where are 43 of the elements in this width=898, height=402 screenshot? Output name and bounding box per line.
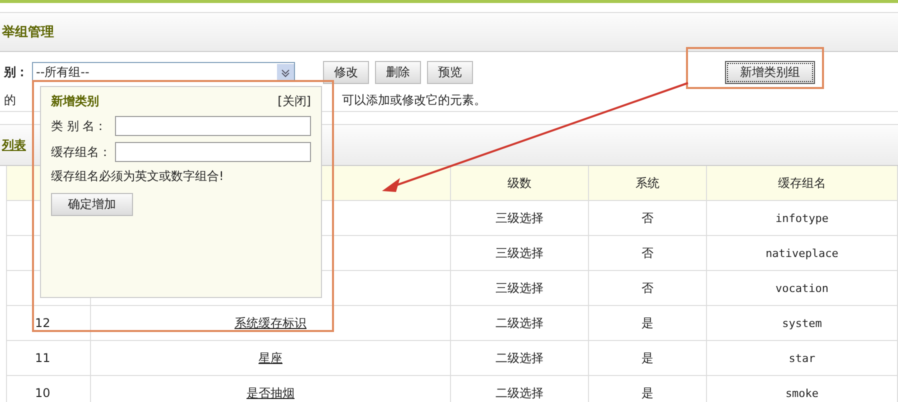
- close-link[interactable]: [关闭]: [278, 93, 311, 110]
- toolbar-button[interactable]: 修改: [323, 60, 369, 84]
- description-text: 可以添加或修改它的元素。: [342, 92, 486, 108]
- table-cell: 12: [7, 306, 91, 340]
- table-cell: 三级选择: [451, 236, 589, 270]
- table-cell: 二级选择: [451, 376, 589, 402]
- table-cell: nativeplace: [707, 236, 898, 270]
- header-cell: 级数: [451, 166, 589, 200]
- table-cell: infotype: [707, 201, 898, 235]
- table-cell: 否: [589, 236, 707, 270]
- toolbar-button[interactable]: 删除: [375, 60, 421, 84]
- submit-button[interactable]: 确定增加: [51, 193, 133, 216]
- table-cell: star: [707, 341, 898, 375]
- table-cell: 是: [589, 341, 707, 375]
- filter-label: 别：: [4, 64, 29, 80]
- field-label: 类 别 名：: [51, 118, 108, 134]
- name-link[interactable]: 是否抽烟: [246, 384, 294, 402]
- table-cell: 二级选择: [451, 341, 589, 375]
- popup-title: 新增类别: [51, 93, 99, 110]
- hint-text: 缓存组名必须为英文或数字组合!: [51, 168, 225, 185]
- table-cell: 10: [7, 376, 91, 402]
- table-cell: 否: [589, 271, 707, 305]
- table-cell: 三级选择: [451, 271, 589, 305]
- field-label: 缓存组名：: [51, 144, 112, 160]
- toolbar-button[interactable]: 预览: [427, 60, 473, 84]
- list-link[interactable]: 列表: [2, 136, 26, 154]
- header-cell: 系统: [589, 166, 707, 200]
- table-cell: 否: [589, 201, 707, 235]
- table-cell: 三级选择: [451, 201, 589, 235]
- name-link[interactable]: 星座: [258, 350, 282, 366]
- group-select[interactable]: --所有组--: [32, 62, 295, 82]
- name-link[interactable]: 系统缓存标识: [234, 314, 306, 332]
- description-text: 的: [4, 92, 16, 108]
- add-group-button[interactable]: 新增类别组: [725, 60, 815, 84]
- table-cell: 11: [7, 341, 91, 375]
- table-cell: vocation: [707, 271, 898, 305]
- table-cell: 二级选择: [451, 306, 589, 340]
- table-cell: system: [707, 306, 898, 340]
- page-title: 举组管理: [2, 24, 54, 41]
- header-cell: 缓存组名: [707, 166, 898, 200]
- table-cell: smoke: [707, 376, 898, 402]
- table-cell: 是: [589, 376, 707, 402]
- table-cell: 是: [589, 306, 707, 340]
